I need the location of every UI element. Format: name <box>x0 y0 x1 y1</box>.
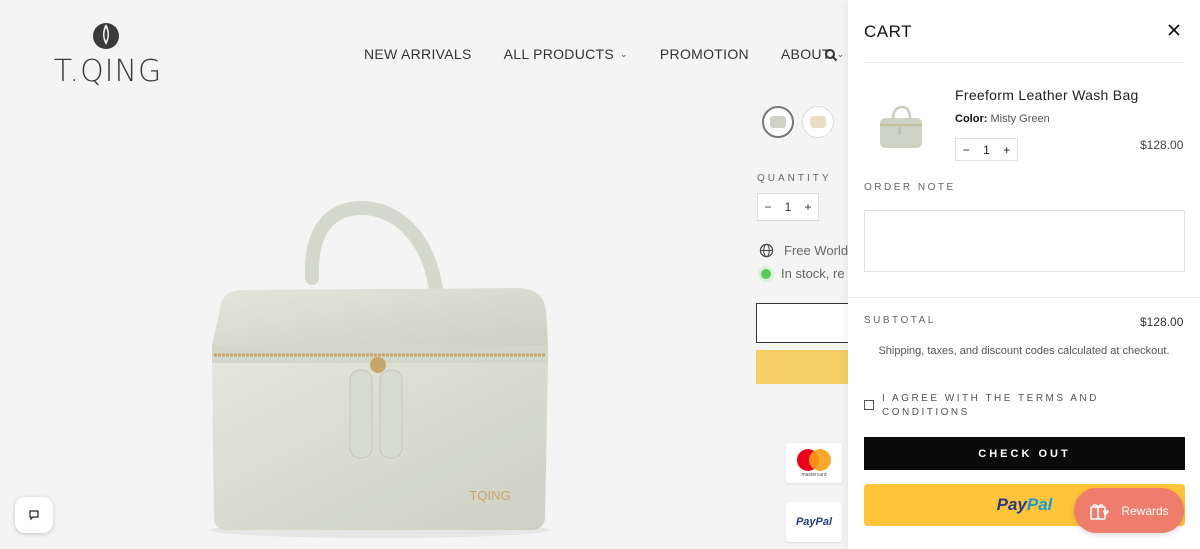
cart-item-quantity: 1 <box>983 142 990 157</box>
minus-icon[interactable]: − <box>765 200 772 214</box>
order-note-label: ORDER NOTE <box>864 182 956 193</box>
chevron-down-icon: ⌄ <box>620 48 628 59</box>
cart-title: CART <box>864 22 912 41</box>
swatch-cream[interactable] <box>802 106 834 138</box>
rewards-label: Rewards <box>1121 503 1169 518</box>
cart-item-quantity-stepper[interactable]: − 1 + <box>955 138 1018 161</box>
rewards-button[interactable]: Rewards <box>1074 488 1184 533</box>
close-icon <box>1168 24 1180 36</box>
divider <box>848 297 1200 298</box>
paypal-text: PayPal <box>795 516 833 528</box>
cart-drawer: CART Freeform Leather Wash Bag Color: Mi… <box>848 0 1200 549</box>
shipping-info: Free World <box>759 243 848 258</box>
nav-item-promotion[interactable]: PROMOTION <box>660 46 749 62</box>
in-stock-dot-icon <box>761 268 771 279</box>
quantity-value: 1 <box>784 200 792 214</box>
terms-checkbox[interactable] <box>864 400 874 410</box>
quantity-stepper[interactable]: − 1 + <box>757 193 819 221</box>
brand-logo[interactable]: T.QING <box>48 18 168 90</box>
checkout-button[interactable]: CHECK OUT <box>864 437 1185 470</box>
terms-label[interactable]: I AGREE WITH THE TERMS AND CONDITIONS <box>882 392 1102 420</box>
subtotal-value: $128.00 <box>1140 315 1184 329</box>
cart-item-price: $128.00 <box>1140 138 1184 152</box>
mastercard-icon: mastercard <box>786 443 842 483</box>
cart-item-thumbnail[interactable] <box>876 104 926 152</box>
search-icon[interactable] <box>824 48 838 62</box>
divider <box>864 62 1184 63</box>
cart-item-variant: Color: Misty Green <box>955 113 1050 125</box>
gift-heart-icon <box>1090 503 1110 520</box>
quantity-label: QUANTITY <box>757 173 832 184</box>
minus-icon[interactable]: − <box>963 143 970 157</box>
paypal-label-pal: Pal <box>1026 495 1053 514</box>
stock-info: In stock, re <box>759 266 845 281</box>
chat-icon <box>29 510 39 521</box>
chat-button[interactable] <box>15 497 53 533</box>
main-nav: NEW ARRIVALS ALL PRODUCTS ⌄ PROMOTION AB… <box>364 46 845 62</box>
nav-item-all-products[interactable]: ALL PRODUCTS ⌄ <box>504 46 628 62</box>
order-note-input[interactable] <box>864 210 1185 272</box>
terms-agreement[interactable]: I AGREE WITH THE TERMS AND CONDITIONS <box>864 392 1102 420</box>
close-button[interactable] <box>1164 20 1184 40</box>
logo-wordmark: T.QING <box>53 54 163 89</box>
subtotal-label: SUBTOTAL <box>864 315 936 326</box>
shipping-note: Shipping, taxes, and discount codes calc… <box>878 345 1170 357</box>
plus-icon[interactable]: + <box>804 200 811 214</box>
product-image: TQING <box>210 200 550 538</box>
paypal-icon: PayPal <box>786 502 842 542</box>
plus-icon[interactable]: + <box>1003 143 1010 157</box>
nav-label: NEW ARRIVALS <box>364 46 472 62</box>
variant-label: Color: <box>955 113 988 125</box>
swatch-misty-green[interactable] <box>762 106 794 138</box>
mastercard-text: mastercard <box>801 471 827 478</box>
shipping-text: Free World <box>784 243 849 258</box>
nav-item-new-arrivals[interactable]: NEW ARRIVALS <box>364 46 472 62</box>
nav-label: ALL PRODUCTS <box>503 46 615 62</box>
bag-logo-text: TQING <box>469 488 510 503</box>
stock-text: In stock, re <box>781 266 845 281</box>
variant-value: Misty Green <box>990 113 1050 125</box>
nav-label: PROMOTION <box>659 46 749 62</box>
paypal-label-pay: Pay <box>996 495 1027 514</box>
logo-mark-icon <box>93 23 119 49</box>
color-swatches <box>762 106 834 138</box>
globe-icon <box>759 243 774 258</box>
cart-item-name[interactable]: Freeform Leather Wash Bag <box>955 87 1139 103</box>
